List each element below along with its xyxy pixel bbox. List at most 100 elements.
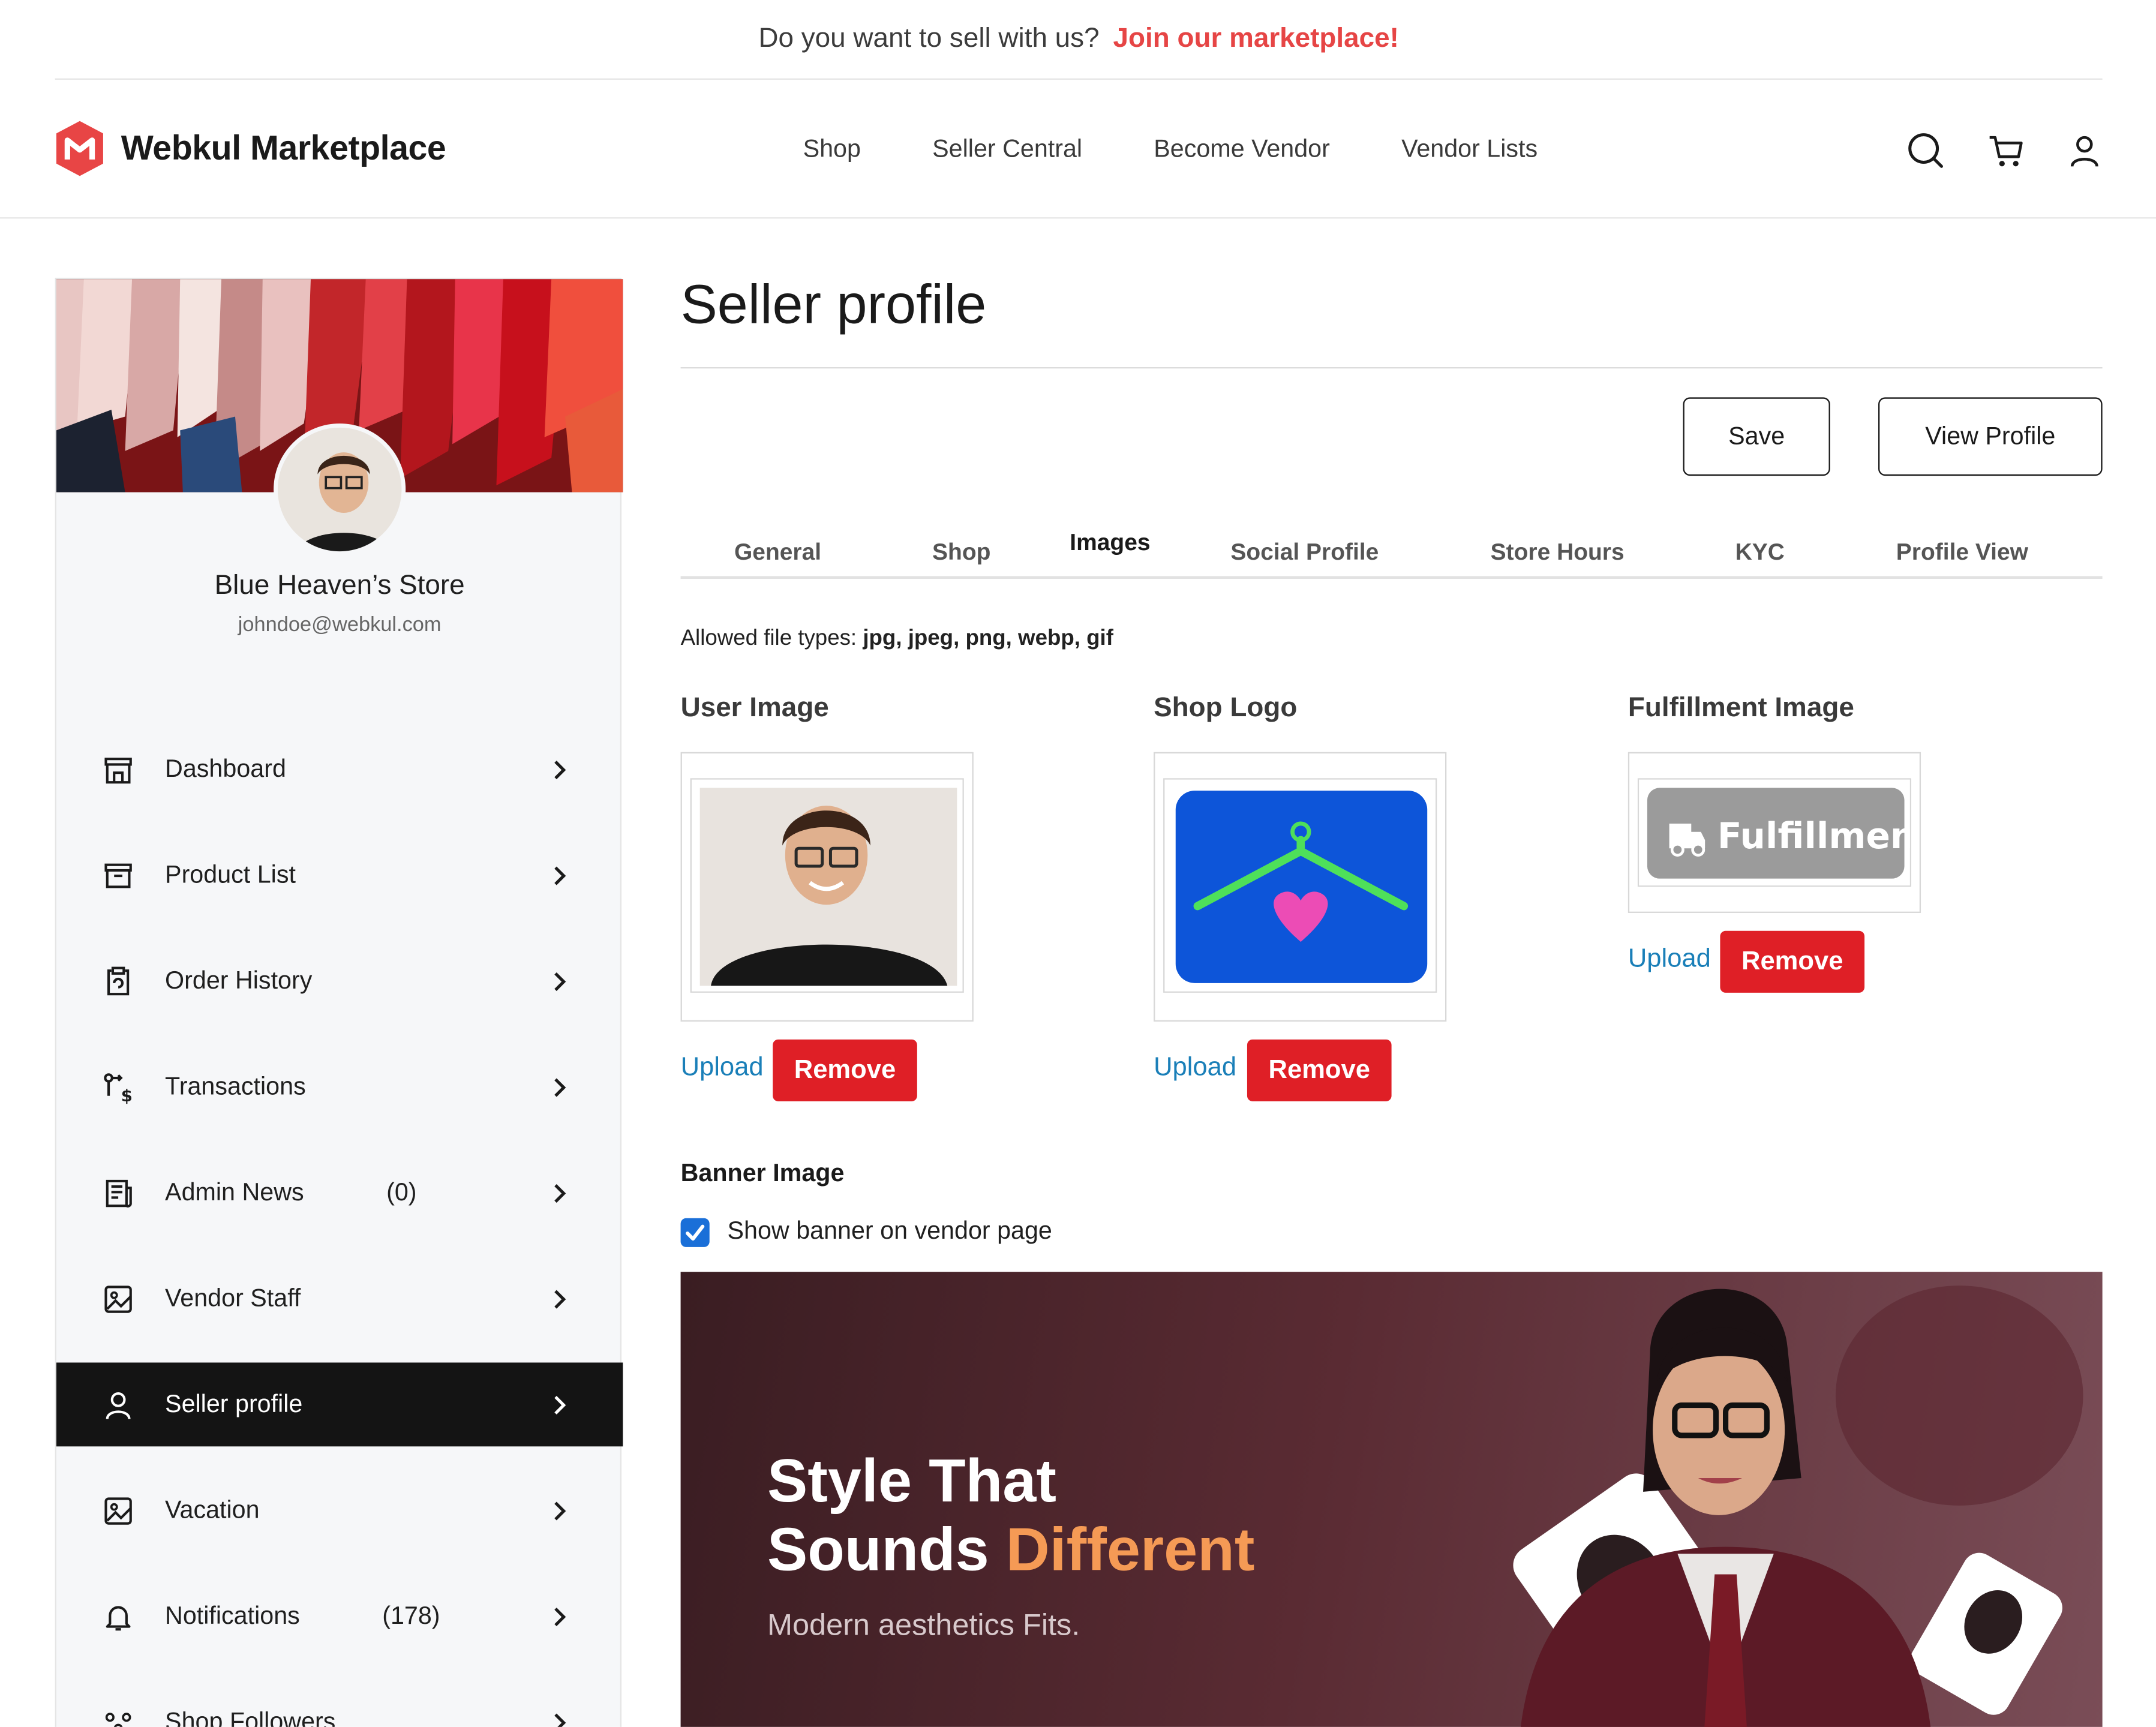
sidebar-item-order-history[interactable]: Order History [56,939,623,1023]
shop-logo-preview [1163,778,1437,993]
chevron-right-icon [554,759,566,779]
main-nav: Shop Seller Central Become Vendor Vendor… [803,135,1610,164]
site-header: Webkul Marketplace Shop Seller Central B… [0,80,2156,219]
nav-shop[interactable]: Shop [803,135,861,164]
user-image-remove-button[interactable]: Remove [773,1039,917,1101]
chevron-right-icon [554,1606,566,1626]
allowed-types-list: jpg, jpeg, png, webp, gif [863,627,1113,651]
sidebar-item-label: Vacation [165,1495,260,1524]
cart-icon[interactable] [1987,132,2025,170]
show-banner-label[interactable]: Show banner on vendor page [728,1217,1052,1246]
banner-headline-2a: Sounds [767,1516,989,1584]
sidebar-item-shop-followers[interactable]: Shop Followers [56,1680,623,1727]
chevron-right-icon [554,1077,566,1097]
allowed-prefix: Allowed file types: [680,627,857,651]
view-profile-button[interactable]: View Profile [1878,397,2103,476]
fulfillment-image-frame: Fulfillment [1627,752,1921,913]
tab-profile-view[interactable]: Profile View [1896,539,2028,567]
sidebar-item-label: Shop Followers [165,1707,336,1727]
sidebar-item-dashboard[interactable]: Dashboard [56,728,623,812]
chevron-right-icon [554,1395,566,1414]
user-icon[interactable] [2065,132,2104,170]
image-icon [104,1497,132,1524]
bell-icon [106,1605,131,1630]
user-image-preview [690,778,964,993]
chevron-right-icon [554,1501,566,1520]
banner-image-title: Banner Image [680,1159,845,1187]
sidebar-item-label: Order History [165,966,313,995]
sidebar-item-notifications[interactable]: Notifications (178) [56,1574,623,1658]
fulfillment-image-remove-button[interactable]: Remove [1720,930,1865,993]
store-email: johndoe@webkul.com [238,613,442,637]
show-banner-checkbox[interactable] [680,1218,710,1247]
chevron-right-icon [554,971,566,990]
user-image-frame [680,752,974,1022]
checkmark-icon [686,1224,705,1241]
admin-news-count: (0) [386,1178,417,1206]
shop-logo-remove-button[interactable]: Remove [1247,1039,1392,1101]
banner-headline-2: Sounds Different [767,1516,1254,1585]
announcement-bar: Do you want to sell with us? Join our ma… [55,0,2103,80]
profile-tabs: General Shop Images Social Profile Store… [680,522,2103,579]
tab-shop[interactable]: Shop [932,539,990,567]
join-marketplace-link[interactable]: Join our marketplace! [1113,23,1399,55]
banner-headline-accent: Different [1005,1516,1255,1584]
user-image-title: User Image [680,693,829,723]
shop-logo-frame [1154,752,1447,1022]
followers-icon [105,1712,131,1727]
allowed-file-types: Allowed file types: jpg, jpeg, png, webp… [681,627,1113,651]
sidebar-item-label: Notifications [165,1602,300,1630]
user-image-upload-link[interactable]: Upload [681,1053,764,1083]
sidebar-item-vacation[interactable]: Vacation [56,1468,623,1552]
sidebar-item-label: Product List [165,860,296,888]
sidebar-item-seller-profile[interactable]: Seller profile [56,1362,623,1447]
sidebar-item-label: Dashboard [165,755,286,783]
sidebar-item-label: Transactions [165,1072,306,1100]
search-icon[interactable] [1907,132,1945,170]
brand[interactable]: Webkul Marketplace [52,118,446,179]
brand-logo-icon [56,121,103,176]
brand-name: Webkul Marketplace [121,128,446,167]
archive-icon [104,863,132,888]
tab-store-hours[interactable]: Store Hours [1491,539,1624,567]
store-avatar [274,423,406,556]
chevron-right-icon [554,1713,566,1727]
sidebar-item-vendor-staff[interactable]: Vendor Staff [56,1257,623,1341]
tab-images[interactable]: Images [1070,529,1150,557]
sidebar-item-label: Vendor Staff [165,1284,301,1312]
fulfillment-image-title: Fulfillment Image [1627,693,1854,723]
fulfillment-image-preview: Fulfillment [1637,778,1912,887]
chevron-right-icon [554,1289,566,1308]
chevron-right-icon [554,866,566,885]
sidebar-item-product-list[interactable]: Product List [56,833,623,917]
image-icon [104,1285,132,1312]
save-button[interactable]: Save [1683,397,1830,476]
news-icon [106,1179,132,1207]
sidebar-item-admin-news[interactable]: Admin News (0) [56,1151,623,1235]
tab-social-profile[interactable]: Social Profile [1230,539,1379,567]
sidebar: Blue Heaven’s Store johndoe@webkul.com D… [55,278,623,1727]
banner-subline: Modern aesthetics Fits. [767,1607,1080,1642]
chevron-right-icon [554,1183,566,1202]
shop-logo-title: Shop Logo [1154,693,1298,723]
shop-logo-upload-link[interactable]: Upload [1154,1053,1236,1083]
tab-general[interactable]: General [734,539,821,567]
nav-vendor-lists[interactable]: Vendor Lists [1401,135,1538,164]
fulfillment-image-text: Fulfillment [1717,816,1911,857]
transactions-icon: $ [104,1073,133,1104]
sidebar-item-label: Seller profile [165,1390,303,1418]
tab-kyc[interactable]: KYC [1735,539,1785,567]
clipboard-icon [107,966,130,995]
sidebar-item-transactions[interactable]: $ Transactions [56,1045,623,1129]
nav-become-vendor[interactable]: Become Vendor [1154,135,1330,164]
banner-image: Style That Sounds Different Modern aesth… [680,1272,2103,1727]
page-title: Seller profile [680,275,987,336]
nav-seller-central[interactable]: Seller Central [932,135,1082,164]
fulfillment-image-upload-link[interactable]: Upload [1628,945,1711,975]
announcement-text: Do you want to sell with us? [758,23,1100,54]
banner-headline-1: Style That [767,1447,1056,1515]
notifications-count: (178) [382,1602,440,1630]
store-icon [104,757,132,783]
store-name: Blue Heaven’s Store [214,570,465,601]
svg-text:$: $ [121,1086,133,1104]
